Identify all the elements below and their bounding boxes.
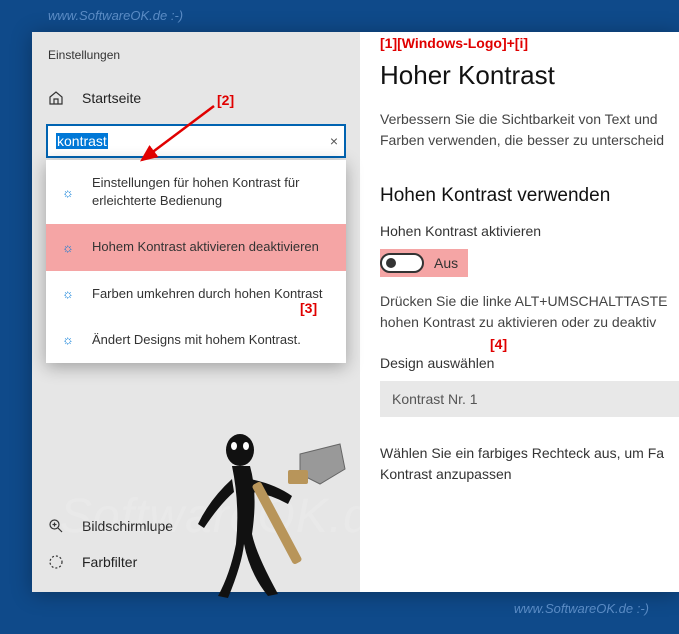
toggle-row: Aus bbox=[380, 249, 468, 277]
brightness-icon: ☼ bbox=[60, 286, 76, 301]
search-result-2[interactable]: ☼ Farben umkehren durch hohen Kontrast bbox=[46, 271, 346, 317]
brightness-icon: ☼ bbox=[60, 240, 76, 255]
nav-home[interactable]: Startseite bbox=[32, 80, 360, 116]
design-label: Design auswählen bbox=[380, 355, 679, 371]
magnifier-icon bbox=[48, 518, 64, 534]
high-contrast-toggle[interactable] bbox=[380, 253, 424, 273]
toggle-knob bbox=[386, 258, 396, 268]
search-container: kontrast × ☼ Einstellungen für hohen Kon… bbox=[46, 124, 346, 158]
search-results-dropdown: ☼ Einstellungen für hohen Kontrast für e… bbox=[46, 160, 346, 363]
home-icon bbox=[48, 90, 64, 106]
app-title: Einstellungen bbox=[32, 44, 360, 80]
brightness-icon: ☼ bbox=[60, 332, 76, 347]
content-pane: Hoher Kontrast Verbessern Sie die Sichtb… bbox=[360, 32, 679, 592]
keyboard-hint: Drücken Sie die linke ALT+UMSCHALTTASTE … bbox=[380, 291, 679, 333]
search-clear-icon[interactable]: × bbox=[330, 133, 338, 149]
page-heading: Hoher Kontrast bbox=[380, 60, 679, 91]
toggle-state-text: Aus bbox=[434, 255, 458, 271]
nav-home-label: Startseite bbox=[82, 90, 141, 106]
toggle-label: Hohen Kontrast aktivieren bbox=[380, 223, 679, 239]
section-heading: Hohen Kontrast verwenden bbox=[380, 185, 679, 207]
search-result-3[interactable]: ☼ Ändert Designs mit hohem Kontrast. bbox=[46, 317, 346, 363]
nav-colorfilter-label: Farbfilter bbox=[82, 554, 137, 570]
settings-window: Einstellungen Startseite kontrast × ☼ Ei… bbox=[32, 32, 679, 592]
watermark-top: www.SoftwareOK.de :-) bbox=[48, 8, 183, 23]
sidebar: Einstellungen Startseite kontrast × ☼ Ei… bbox=[32, 32, 360, 592]
footer-text: Wählen Sie ein farbiges Rechteck aus, um… bbox=[380, 443, 679, 485]
search-result-1[interactable]: ☼ Hohem Kontrast aktivieren deaktivieren bbox=[46, 224, 346, 270]
colorfilter-icon bbox=[48, 554, 64, 570]
search-result-0[interactable]: ☼ Einstellungen für hohen Kontrast für e… bbox=[46, 160, 346, 224]
nav-colorfilter[interactable]: Farbfilter bbox=[32, 544, 360, 580]
search-result-label: Hohem Kontrast aktivieren deaktivieren bbox=[92, 238, 319, 256]
search-result-label: Farben umkehren durch hohen Kontrast bbox=[92, 285, 323, 303]
search-result-label: Ändert Designs mit hohem Kontrast. bbox=[92, 331, 301, 349]
nav-magnifier-label: Bildschirmlupe bbox=[82, 518, 173, 534]
search-input[interactable]: kontrast bbox=[46, 124, 346, 158]
design-dropdown[interactable]: Kontrast Nr. 1 bbox=[380, 381, 679, 417]
brightness-icon: ☼ bbox=[60, 185, 76, 200]
watermark-bottom: www.SoftwareOK.de :-) bbox=[514, 601, 649, 616]
nav-magnifier[interactable]: Bildschirmlupe bbox=[32, 508, 360, 544]
search-result-label: Einstellungen für hohen Kontrast für erl… bbox=[92, 174, 332, 210]
page-description: Verbessern Sie die Sichtbarkeit von Text… bbox=[380, 109, 679, 151]
